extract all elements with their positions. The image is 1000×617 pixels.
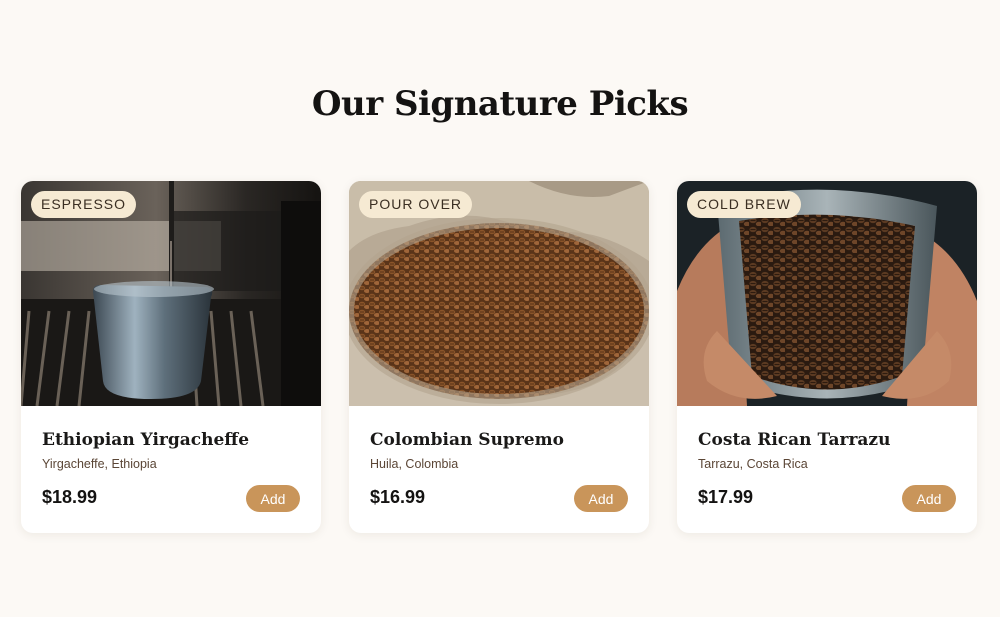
section-title: Our Signature Picks [311, 84, 689, 124]
card-body: Costa Rican Tarrazu Tarrazu, Costa Rica … [677, 406, 977, 533]
product-grid: ESPRESSO Ethiopian Yirgacheffe Yirgachef… [21, 181, 977, 533]
card-body: Ethiopian Yirgacheffe Yirgacheffe, Ethio… [21, 406, 321, 533]
category-badge: ESPRESSO [31, 191, 137, 218]
product-image-coffee-bag: COLD BREW [677, 181, 977, 406]
product-origin: Yirgacheffe, Ethiopia [42, 457, 157, 471]
category-badge: POUR OVER [359, 191, 473, 218]
product-origin: Huila, Colombia [370, 457, 459, 471]
product-price: $17.99 [698, 487, 754, 507]
product-image-beans-sack: POUR OVER [349, 181, 649, 406]
add-to-cart-button[interactable]: Add [246, 485, 300, 512]
card-body: Colombian Supremo Huila, Colombia $16.99… [349, 406, 649, 533]
product-image-espresso: ESPRESSO [21, 181, 321, 406]
product-name: Costa Rican Tarrazu [698, 430, 891, 450]
product-price: $18.99 [42, 487, 98, 507]
product-card: POUR OVER Colombian Supremo Huila, Colom… [349, 181, 649, 533]
product-name: Ethiopian Yirgacheffe [42, 430, 250, 450]
product-name: Colombian Supremo [370, 430, 564, 450]
add-to-cart-button[interactable]: Add [574, 485, 628, 512]
product-price: $16.99 [370, 487, 426, 507]
add-to-cart-button[interactable]: Add [902, 485, 956, 512]
category-badge: COLD BREW [687, 191, 801, 218]
product-origin: Tarrazu, Costa Rica [698, 457, 808, 471]
product-card: ESPRESSO Ethiopian Yirgacheffe Yirgachef… [21, 181, 321, 533]
product-card: COLD BREW Costa Rican Tarrazu Tarrazu, C… [677, 181, 977, 533]
